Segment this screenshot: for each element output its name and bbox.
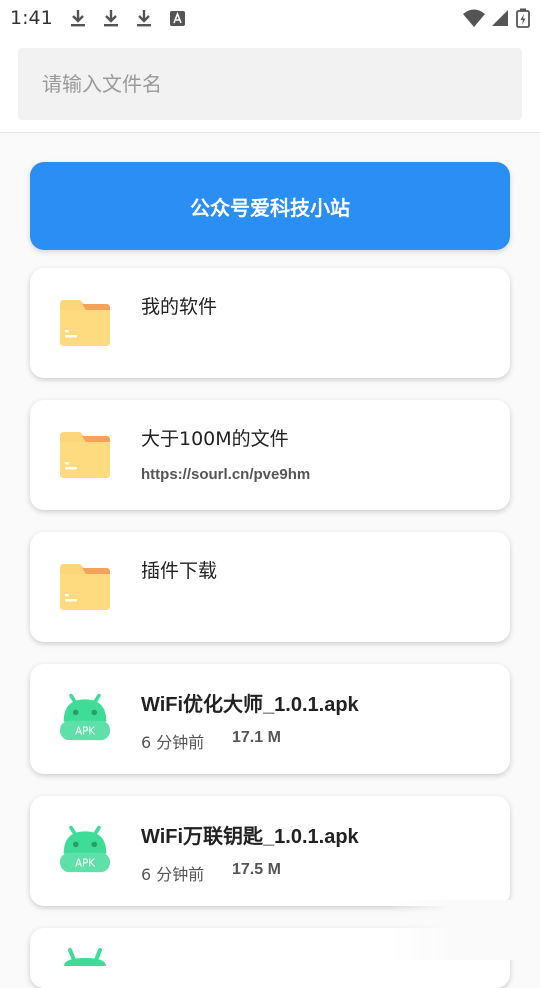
apk-android-icon <box>64 948 106 966</box>
a-icon <box>170 11 185 26</box>
download-icon <box>71 10 85 27</box>
battery-charging-icon <box>516 8 530 28</box>
folder-link[interactable]: https://sourl.cn/pve9hm <box>141 466 310 483</box>
folder-icon <box>60 564 110 610</box>
file-title: WiFi万联钥匙_1.0.1.apk <box>141 826 359 848</box>
file-list: 公众号爱科技小站 我的软件 大于100M的文件 https://sourl.cn… <box>0 133 540 988</box>
file-size: 17.5 M <box>232 861 281 878</box>
file-time: 6 分钟前 <box>141 865 205 884</box>
apk-android-icon: APK <box>60 825 110 873</box>
download-icon <box>137 10 151 27</box>
signal-icon <box>492 10 508 26</box>
apk-badge: APK <box>75 727 95 738</box>
folder-title: 大于100M的文件 <box>141 428 289 450</box>
download-icon <box>104 10 118 27</box>
folder-icon <box>60 432 110 478</box>
list-item-file[interactable]: APK WiFi优化大师_1.0.1.apk 6 分钟前 17.1 M <box>30 664 510 774</box>
scroll-fade <box>390 900 540 960</box>
apk-android-icon: APK <box>60 693 110 741</box>
status-time: 1:41 <box>10 7 53 29</box>
folder-title: 插件下载 <box>141 560 218 582</box>
wifi-icon <box>463 9 485 27</box>
header <box>0 36 540 133</box>
status-bar: 1:41 <box>0 0 540 36</box>
list-item-file[interactable]: APK WiFi万联钥匙_1.0.1.apk 6 分钟前 17.5 M <box>30 796 510 906</box>
file-title: WiFi优化大师_1.0.1.apk <box>141 694 359 716</box>
search-input[interactable] <box>18 48 522 120</box>
list-item-folder[interactable]: 大于100M的文件 https://sourl.cn/pve9hm <box>30 400 510 510</box>
file-size: 17.1 M <box>232 729 281 746</box>
list-item-folder[interactable]: 插件下载 <box>30 532 510 642</box>
list-item-folder[interactable]: 我的软件 <box>30 268 510 378</box>
folder-icon <box>60 300 110 346</box>
apk-badge: APK <box>75 859 95 870</box>
file-time: 6 分钟前 <box>141 733 205 752</box>
folder-title: 我的软件 <box>141 296 218 318</box>
banner-button[interactable]: 公众号爱科技小站 <box>30 162 510 250</box>
